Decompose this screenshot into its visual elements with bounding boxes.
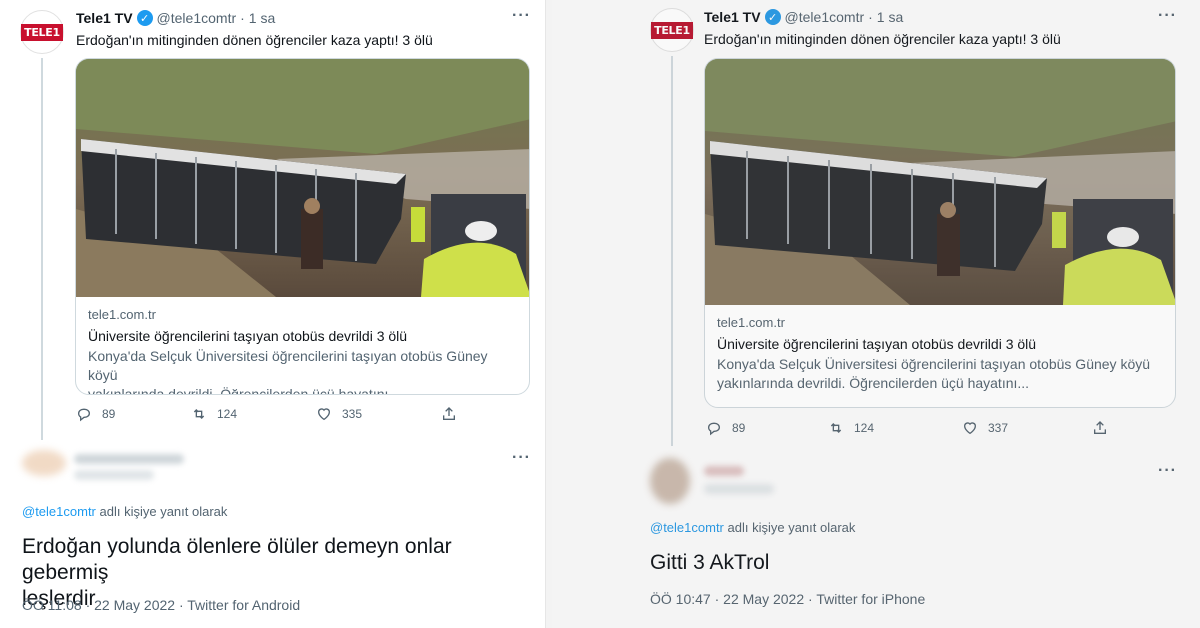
reply-count: 89 (102, 407, 116, 421)
reply-icon (78, 408, 90, 422)
more-icon[interactable]: ··· (512, 7, 531, 25)
share-button[interactable] (441, 406, 457, 422)
reply-count: 89 (732, 421, 746, 435)
card-description-line: Konya'da Selçuk Üniversitesi öğrencileri… (717, 356, 1151, 372)
tweet-actions: 89 124 335 (76, 406, 457, 422)
retweet-icon (830, 423, 842, 433)
tele1-logo: TELE1 (21, 23, 63, 41)
blurred-username (704, 466, 744, 476)
author-name[interactable]: Tele1 TV (704, 9, 761, 25)
reply-source[interactable]: Twitter for Android (187, 597, 300, 613)
card-image (705, 59, 1175, 305)
reply-date[interactable]: 22 May 2022 (723, 591, 804, 607)
author-handle[interactable]: @tele1comtr (785, 9, 865, 25)
panel-divider (545, 0, 552, 628)
separator-dot: · (85, 597, 91, 613)
more-icon[interactable]: ··· (1158, 462, 1177, 480)
author-handle[interactable]: @tele1comtr (157, 10, 237, 26)
mention-link[interactable]: @tele1comtr (650, 520, 724, 535)
reply-button[interactable]: 89 (706, 420, 828, 436)
like-button[interactable]: 337 (962, 420, 1092, 436)
blurred-avatar[interactable] (22, 450, 66, 476)
reply-button[interactable]: 89 (76, 406, 191, 422)
separator-dot: · (240, 10, 245, 26)
reply-source[interactable]: Twitter for iPhone (816, 591, 925, 607)
retweet-icon (193, 409, 205, 419)
like-button[interactable]: 335 (316, 406, 441, 422)
tweet-text: Erdoğan'ın mitinginden dönen öğrenciler … (76, 32, 433, 48)
left-screenshot-panel: TELE1 Tele1 TV ✓ @tele1comtr · 1 sa ··· … (0, 0, 545, 628)
bus-crash-photo (705, 59, 1175, 305)
separator-dot: · (714, 591, 720, 607)
separator-dot: · (868, 9, 873, 25)
heart-icon (963, 422, 977, 435)
tweet-header: Tele1 TV ✓ @tele1comtr · 1 sa (76, 10, 275, 26)
card-image (76, 59, 529, 297)
like-count: 335 (342, 407, 363, 421)
tweet-header: Tele1 TV ✓ @tele1comtr · 1 sa (704, 9, 903, 25)
like-count: 337 (988, 421, 1009, 435)
right-screenshot-panel: TELE1 Tele1 TV ✓ @tele1comtr · 1 sa ··· … (552, 0, 1200, 628)
share-icon (443, 407, 455, 420)
heart-icon (317, 408, 331, 421)
card-description: Konya'da Selçuk Üniversitesi öğrencileri… (88, 347, 517, 395)
more-icon[interactable]: ··· (1158, 7, 1177, 25)
card-description: Konya'da Selçuk Üniversitesi öğrencileri… (717, 355, 1163, 393)
tele1-avatar[interactable]: TELE1 (650, 8, 694, 52)
blurred-handle (74, 470, 154, 480)
mention-link[interactable]: @tele1comtr (22, 504, 96, 519)
link-card[interactable]: tele1.com.tr Üniversite öğrencilerini ta… (75, 58, 530, 395)
reply-context-text: adlı kişiye yanıt olarak (99, 504, 228, 519)
tele1-logo: TELE1 (651, 21, 693, 39)
tweet-text: Erdoğan'ın mitinginden dönen öğrenciler … (704, 31, 1061, 47)
reply-context-text: adlı kişiye yanıt olarak (727, 520, 856, 535)
card-description-line: yakınlarında devrildi. Öğrencilerden üçü… (88, 386, 401, 395)
author-name[interactable]: Tele1 TV (76, 10, 133, 26)
reply-date[interactable]: 22 May 2022 (94, 597, 175, 613)
blurred-avatar[interactable] (650, 458, 690, 504)
card-description-line: yakınlarında devrildi. Öğrencilerden üçü… (717, 375, 1030, 391)
reply-context: @tele1comtr adlı kişiye yanıt olarak (650, 520, 855, 535)
reply-text: Gitti 3 AkTrol (650, 551, 770, 574)
card-title: Üniversite öğrencilerini taşıyan otobüs … (717, 336, 1037, 352)
reply-meta: ÖÖ 10:47 · 22 May 2022 · Twitter for iPh… (650, 591, 925, 607)
retweet-count: 124 (854, 421, 875, 435)
bus-crash-photo (76, 59, 529, 297)
link-card[interactable]: tele1.com.tr Üniversite öğrencilerini ta… (704, 58, 1176, 408)
separator-dot: · (808, 591, 813, 607)
blurred-username (74, 454, 184, 464)
thread-line (671, 56, 673, 446)
tele1-avatar[interactable]: TELE1 (20, 10, 64, 54)
share-icon (1094, 421, 1106, 434)
reply-context: @tele1comtr adlı kişiye yanıt olarak (22, 504, 227, 519)
reply-time[interactable]: ÖÖ 10:47 (650, 591, 711, 607)
tweet-actions: 89 124 337 (706, 420, 1108, 436)
retweet-button[interactable]: 124 (191, 406, 316, 422)
tweet-time[interactable]: 1 sa (249, 10, 275, 26)
separator-dot: · (178, 597, 184, 613)
share-button[interactable] (1092, 420, 1108, 436)
retweet-button[interactable]: 124 (828, 420, 962, 436)
verified-badge-icon: ✓ (764, 9, 781, 25)
retweet-count: 124 (217, 407, 238, 421)
reply-icon (708, 422, 720, 436)
card-domain: tele1.com.tr (88, 307, 156, 322)
reply-time[interactable]: ÖÖ 11:08 (22, 597, 82, 613)
blurred-handle (704, 484, 774, 494)
tweet-time[interactable]: 1 sa (877, 9, 903, 25)
reply-meta: ÖÖ 11:08 · 22 May 2022 · Twitter for And… (22, 597, 300, 613)
card-domain: tele1.com.tr (717, 315, 785, 330)
card-title: Üniversite öğrencilerini taşıyan otobüs … (88, 328, 408, 344)
more-icon[interactable]: ··· (512, 449, 531, 467)
thread-line (41, 58, 43, 440)
card-description-line: Konya'da Selçuk Üniversitesi öğrencileri… (88, 348, 488, 383)
verified-badge-icon: ✓ (136, 10, 153, 26)
reply-text-line: Erdoğan yolunda ölenlere ölüler demeyn o… (22, 535, 452, 584)
